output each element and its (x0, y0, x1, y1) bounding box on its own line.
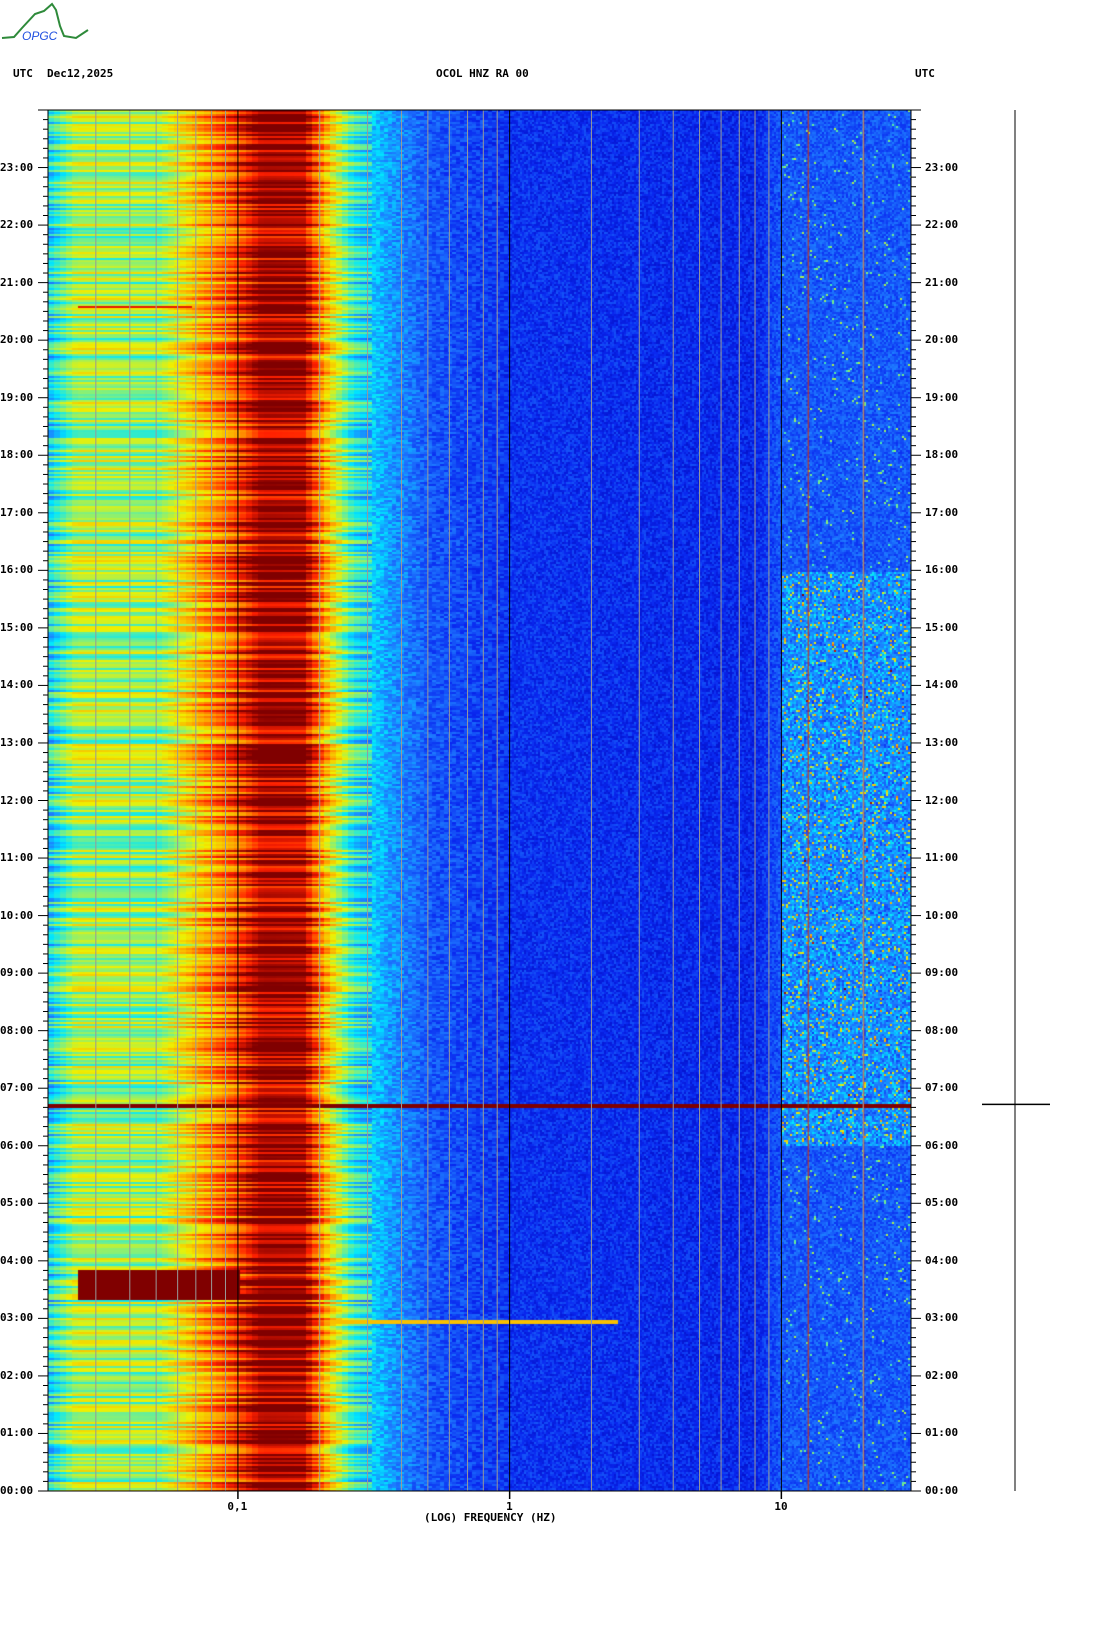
y-tick-label-left: 03:00 (0, 1311, 34, 1325)
y-tick-label-right: 14:00 (925, 678, 959, 692)
y-tick-label-right: 18:00 (925, 448, 959, 462)
y-tick-label-right: 22:00 (925, 218, 959, 232)
y-tick-label-left: 02:00 (0, 1368, 34, 1382)
y-tick-label-right: 01:00 (925, 1426, 959, 1440)
y-tick-label-left: 18:00 (0, 448, 34, 462)
y-tick-label-left: 21:00 (0, 275, 34, 289)
y-tick-label-right: 05:00 (925, 1196, 959, 1210)
y-tick-label-right: 20:00 (925, 333, 959, 347)
y-tick-label-left: 13:00 (0, 735, 34, 749)
y-tick-label-right: 23:00 (925, 160, 959, 174)
y-tick-label-right: 06:00 (925, 1138, 959, 1152)
x-axis-title: (LOG) FREQUENCY (HZ) (424, 1511, 557, 1524)
y-tick-label-left: 20:00 (0, 333, 34, 347)
y-tick-label-left: 00:00 (0, 1484, 34, 1497)
y-tick-label-left: 10:00 (0, 908, 34, 922)
y-tick-label-left: 17:00 (0, 505, 34, 519)
y-tick-label-left: 09:00 (0, 966, 34, 980)
chart-axes (38, 109, 1050, 1499)
y-tick-label-right: 19:00 (925, 390, 959, 404)
y-tick-label-left: 05:00 (0, 1196, 34, 1210)
y-tick-label-right: 11:00 (925, 851, 959, 865)
y-tick-label-right: 10:00 (925, 908, 959, 922)
y-tick-label-left: 01:00 (0, 1426, 34, 1440)
y-tick-label-right: 08:00 (925, 1023, 959, 1037)
y-tick-label-left: 07:00 (0, 1081, 34, 1095)
y-tick-label-right: 15:00 (925, 620, 959, 634)
y-tick-label-right: 17:00 (925, 505, 959, 519)
y-tick-label-left: 04:00 (0, 1253, 34, 1267)
x-tick-label: 10 (774, 1500, 788, 1513)
y-tick-label-right: 16:00 (925, 563, 959, 577)
y-tick-label-right: 12:00 (925, 793, 959, 807)
y-tick-label-left: 11:00 (0, 851, 34, 865)
y-tick-label-left: 23:00 (0, 160, 34, 174)
y-tick-label-left: 15:00 (0, 620, 34, 634)
y-tick-label-left: 08:00 (0, 1023, 34, 1037)
y-tick-label-right: 07:00 (925, 1081, 959, 1095)
y-tick-label-left: 19:00 (0, 390, 34, 404)
y-tick-label-right: 13:00 (925, 735, 959, 749)
y-tick-label-left: 14:00 (0, 678, 34, 692)
y-tick-label-left: 06:00 (0, 1138, 34, 1152)
y-tick-label-left: 12:00 (0, 793, 34, 807)
y-tick-label-left: 22:00 (0, 218, 34, 232)
y-tick-label-right: 04:00 (925, 1253, 959, 1267)
y-tick-label-right: 21:00 (925, 275, 959, 289)
y-tick-label-right: 03:00 (925, 1311, 959, 1325)
y-tick-label-right: 09:00 (925, 966, 959, 980)
y-tick-label-right: 02:00 (925, 1368, 959, 1382)
x-tick-label: 0,1 (227, 1500, 248, 1513)
y-tick-label-right: 00:00 (925, 1484, 959, 1497)
y-tick-label-left: 16:00 (0, 563, 34, 577)
